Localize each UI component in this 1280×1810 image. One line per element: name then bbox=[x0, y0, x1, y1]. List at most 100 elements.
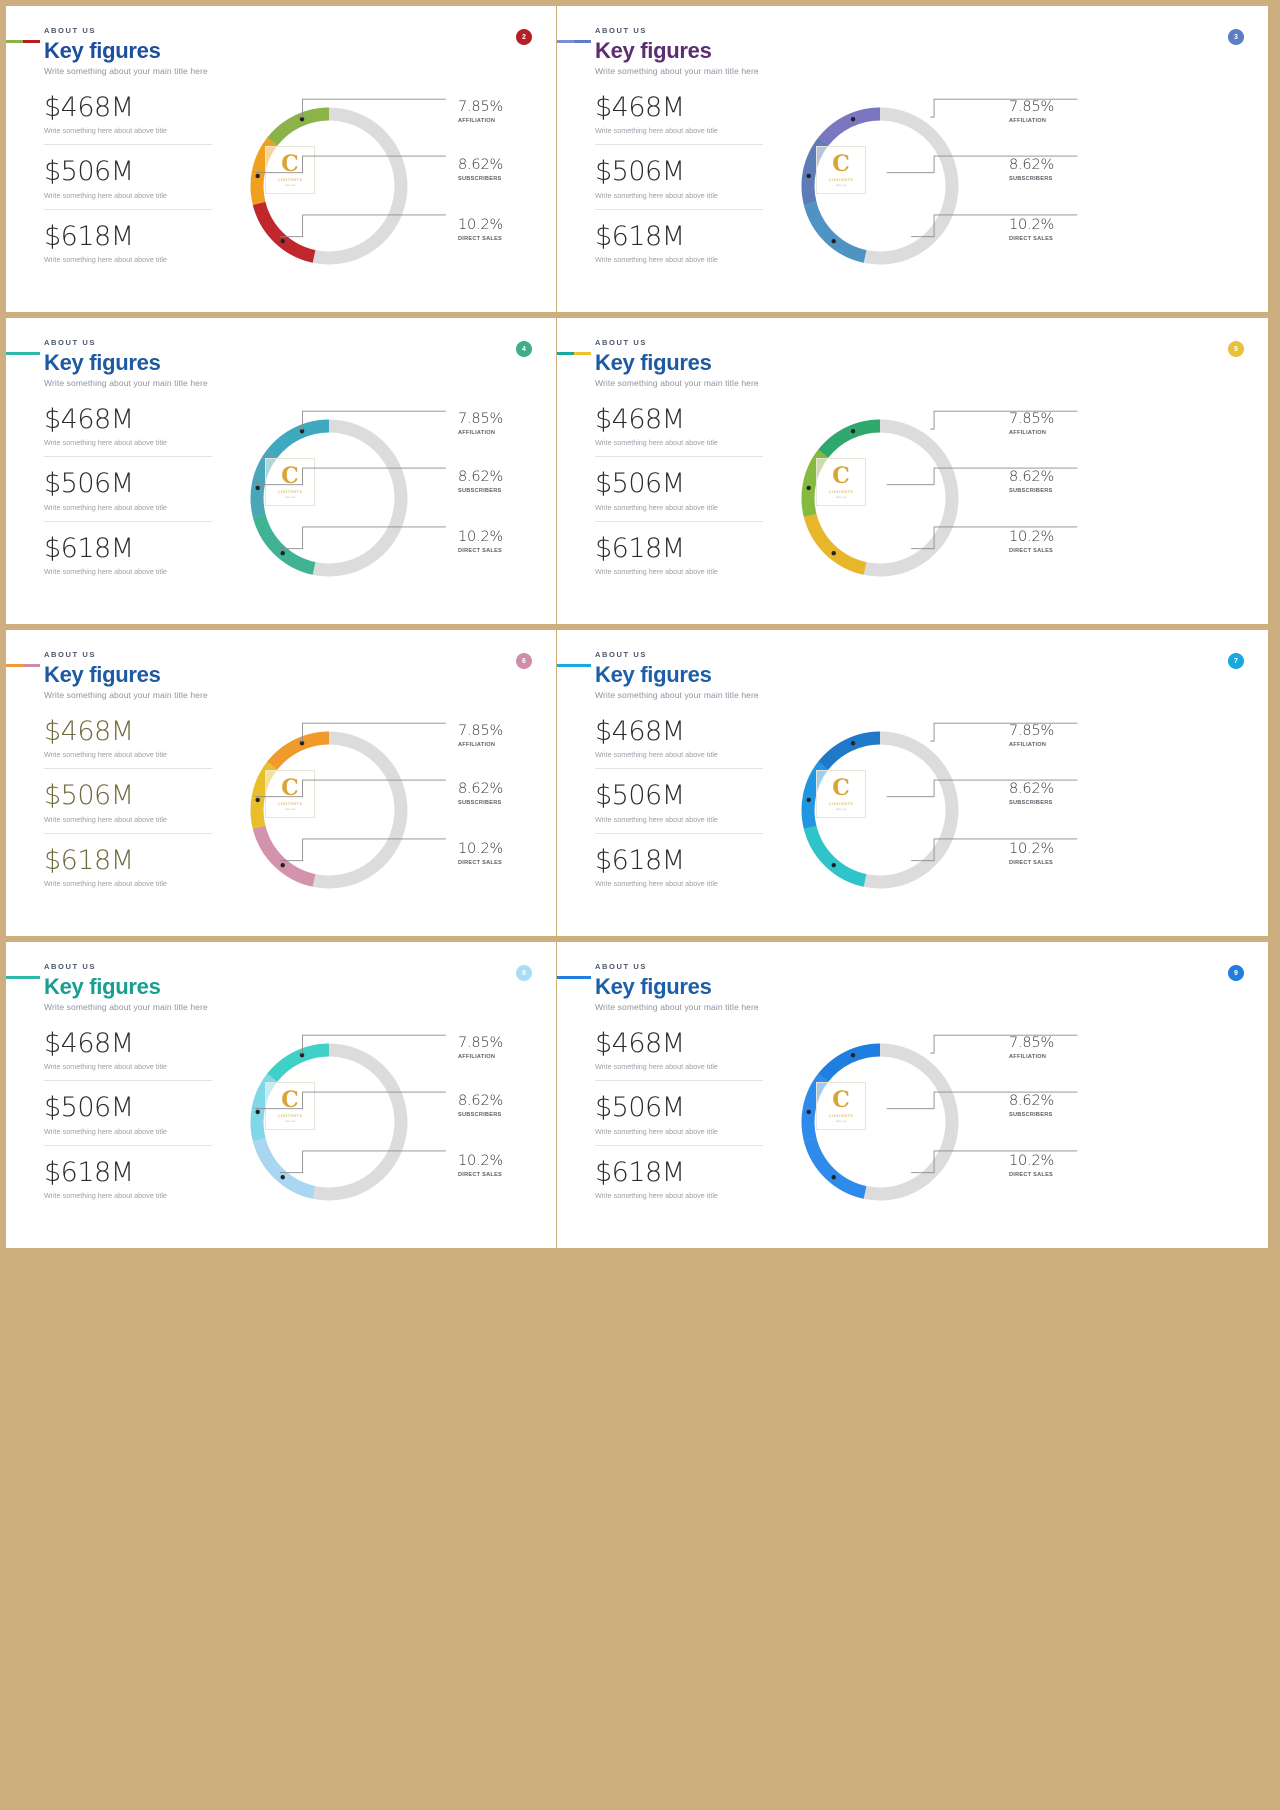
figure-description: Write something here about above title bbox=[595, 502, 718, 512]
page-subtitle: Write something about your main title he… bbox=[44, 378, 208, 389]
legend-percent: 8.62% bbox=[1009, 781, 1055, 797]
legend-label: SUBSCRIBERS bbox=[1009, 175, 1053, 182]
key-figure-item: $618M Write something here about above t… bbox=[44, 520, 212, 585]
donut-segment-2 bbox=[801, 761, 829, 829]
legend-item: 10.2% DIRECT SALES bbox=[458, 530, 503, 554]
legend-percent: 8.62% bbox=[458, 1093, 504, 1109]
key-figures-list: $468M Write something here about above t… bbox=[44, 1029, 212, 1209]
legend-percent: 7.85% bbox=[1009, 1035, 1055, 1051]
legend-item: 8.62% SUBSCRIBERS bbox=[1009, 470, 1054, 494]
legend-percent: 7.85% bbox=[458, 99, 504, 115]
figure-description: Write something here about above title bbox=[595, 814, 718, 824]
donut-segment-3 bbox=[803, 513, 867, 575]
figure-description: Write something here about above title bbox=[44, 1126, 167, 1136]
legend-percent: 8.62% bbox=[458, 157, 504, 173]
segment-marker-dot bbox=[831, 550, 836, 556]
key-figure-item: $618M Write something here about above t… bbox=[595, 832, 763, 897]
key-figure-item: $618M Write something here about above t… bbox=[44, 208, 212, 273]
segment-marker-dot bbox=[850, 1053, 856, 1058]
legend-percent: 10.2% bbox=[1009, 1153, 1055, 1169]
legend-item: 7.85% AFFILIATION bbox=[1009, 412, 1054, 436]
legend-item: 8.62% SUBSCRIBERS bbox=[1009, 158, 1054, 182]
slide-header: ABOUT US Key figures Write something abo… bbox=[6, 338, 208, 389]
legend-label: AFFILIATION bbox=[458, 741, 496, 748]
page-title: Key figures bbox=[44, 662, 161, 687]
title-accent-dash bbox=[557, 352, 591, 355]
legend-label: DIRECT SALES bbox=[458, 859, 503, 866]
legend-item: 7.85% AFFILIATION bbox=[458, 412, 503, 436]
figure-description: Write something here about above title bbox=[44, 255, 167, 265]
segment-marker-dot bbox=[806, 485, 811, 491]
key-figures-list: $468M Write something here about above t… bbox=[44, 716, 212, 897]
donut-segment-2 bbox=[250, 137, 278, 205]
slide-key-figures-6[interactable]: ABOUT US Key figures Write something abo… bbox=[6, 630, 556, 936]
legend-label: AFFILIATION bbox=[458, 1053, 496, 1060]
figure-description: Write something here about above title bbox=[44, 879, 167, 889]
legend-percent: 10.2% bbox=[458, 1153, 504, 1169]
legend-label: SUBSCRIBERS bbox=[1009, 1111, 1053, 1118]
key-figure-item: $468M Write something here about above t… bbox=[44, 716, 212, 768]
legend-label: SUBSCRIBERS bbox=[458, 1111, 502, 1118]
slide-number-badge: 3 bbox=[1228, 29, 1244, 45]
slide-number-badge: 9 bbox=[1228, 965, 1244, 981]
title-row: Key figures bbox=[557, 974, 759, 999]
donut-segment-3 bbox=[252, 825, 316, 887]
slide-key-figures-3[interactable]: ABOUT US Key figures Write something abo… bbox=[557, 6, 1268, 312]
donut-segment-3 bbox=[803, 201, 867, 263]
slide-key-figures-5[interactable]: ABOUT US Key figures Write something abo… bbox=[557, 318, 1268, 624]
title-accent-dash bbox=[6, 40, 40, 43]
segment-marker-dot bbox=[255, 173, 260, 179]
figure-amount: $506M bbox=[595, 1092, 685, 1124]
donut-gauge-chart: C CONTENTS take out bbox=[785, 1030, 975, 1215]
figure-amount: $506M bbox=[44, 468, 134, 500]
grid-gutter bbox=[556, 1254, 557, 1255]
title-accent-dash bbox=[6, 976, 40, 979]
figure-description: Write something here about above title bbox=[44, 502, 167, 512]
slide-key-figures-7[interactable]: ABOUT US Key figures Write something abo… bbox=[557, 630, 1268, 936]
figure-description: Write something here about above title bbox=[595, 879, 718, 889]
legend-percent: 7.85% bbox=[458, 411, 504, 427]
legend-percent: 8.62% bbox=[458, 781, 504, 797]
figure-amount: $618M bbox=[595, 220, 685, 252]
legend-label: AFFILIATION bbox=[1009, 741, 1047, 748]
figure-description: Write something here about above title bbox=[595, 567, 718, 577]
segment-marker-dot bbox=[806, 1109, 811, 1115]
segment-marker-dot bbox=[255, 1109, 260, 1115]
page-subtitle: Write something about your main title he… bbox=[595, 690, 759, 701]
title-accent-dash bbox=[557, 976, 591, 979]
legend-percent: 7.85% bbox=[458, 723, 504, 739]
slide-number-badge: 2 bbox=[516, 29, 532, 45]
figure-description: Write something here about above title bbox=[595, 1126, 718, 1136]
figure-description: Write something here about above title bbox=[595, 1062, 718, 1072]
figure-amount: $468M bbox=[44, 716, 134, 747]
kicker-label: ABOUT US bbox=[44, 650, 96, 659]
legend-percent: 7.85% bbox=[1009, 411, 1055, 427]
legend-percent: 7.85% bbox=[1009, 99, 1055, 115]
page-subtitle: Write something about your main title he… bbox=[44, 1002, 208, 1013]
figure-amount: $618M bbox=[595, 844, 685, 876]
donut-gauge-chart: C CONTENTS take out bbox=[785, 718, 975, 903]
key-figure-item: $618M Write something here about above t… bbox=[595, 520, 763, 585]
legend-item: 10.2% DIRECT SALES bbox=[458, 218, 503, 242]
donut-segment-3 bbox=[252, 1137, 316, 1199]
figure-description: Write something here about above title bbox=[44, 814, 167, 824]
slide-number-badge: 6 bbox=[516, 653, 532, 669]
key-figure-item: $618M Write something here about above t… bbox=[44, 832, 212, 897]
figure-amount: $468M bbox=[44, 92, 134, 123]
segment-marker-dot bbox=[831, 862, 836, 868]
slide-key-figures-2[interactable]: ABOUT US Key figures Write something abo… bbox=[6, 6, 556, 312]
legend-item: 7.85% AFFILIATION bbox=[458, 724, 503, 748]
slide-key-figures-8[interactable]: ABOUT US Key figures Write something abo… bbox=[6, 942, 556, 1248]
legend-item: 7.85% AFFILIATION bbox=[458, 1036, 503, 1060]
donut-gauge-chart: C CONTENTS take out bbox=[234, 1030, 424, 1215]
key-figure-item: $506M Write something here about above t… bbox=[44, 1080, 212, 1144]
figure-amount: $618M bbox=[44, 844, 134, 876]
slide-header: ABOUT US Key figures Write something abo… bbox=[557, 962, 759, 1012]
slide-key-figures-9[interactable]: ABOUT US Key figures Write something abo… bbox=[557, 942, 1268, 1248]
slide-header: ABOUT US Key figures Write something abo… bbox=[557, 26, 759, 76]
segment-marker-dot bbox=[831, 1174, 836, 1180]
slide-key-figures-4[interactable]: ABOUT US Key figures Write something abo… bbox=[6, 318, 556, 624]
donut-gauge-chart: C CONTENTS take out bbox=[234, 718, 424, 903]
kicker-label: ABOUT US bbox=[44, 26, 96, 35]
page-title: Key figures bbox=[44, 350, 161, 375]
